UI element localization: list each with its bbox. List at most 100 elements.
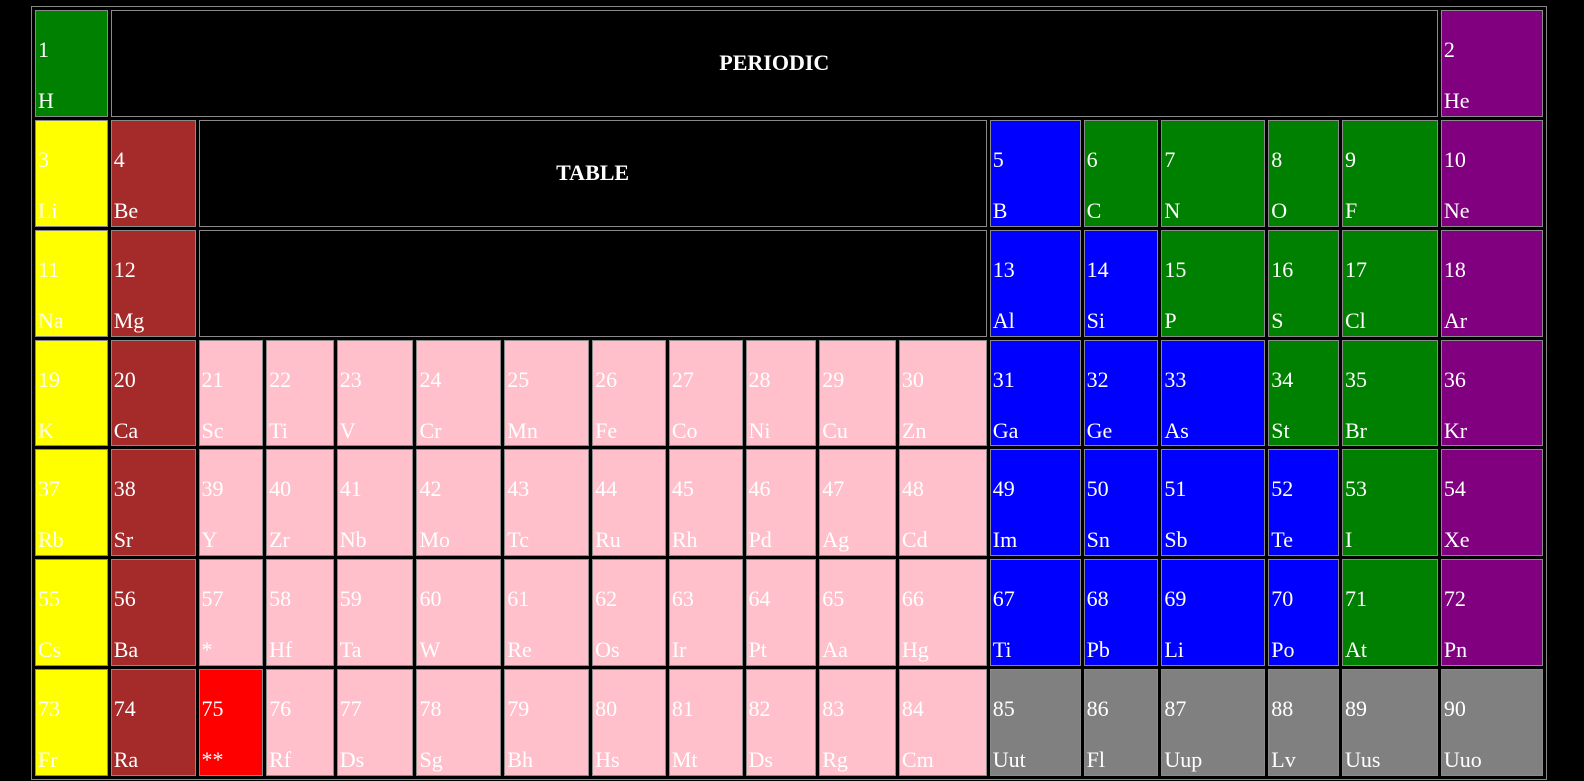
element-symbol: Pb [1086, 637, 1110, 663]
element-symbol: P [1164, 307, 1177, 333]
element-cell-32: 32 Ge [1083, 339, 1159, 447]
atomic-number: 77 [339, 696, 362, 722]
element-cell-79: 79 Bh [504, 669, 590, 776]
element-symbol: Ti [992, 637, 1012, 663]
atomic-number: 28 [748, 366, 771, 392]
element-symbol: Pd [748, 527, 772, 553]
element-cell-29: 29 Cu [819, 339, 896, 447]
atomic-number: 71 [1344, 586, 1367, 612]
table-title: PERIODIC [719, 50, 830, 76]
table-title: TABLE [556, 160, 630, 186]
atomic-number: 13 [992, 256, 1015, 282]
atomic-number: 14 [1086, 256, 1109, 282]
element-symbol: Nb [339, 527, 367, 553]
element-symbol: Hg [901, 637, 929, 663]
element-symbol: Lv [1271, 747, 1296, 773]
atomic-number: 51 [1164, 476, 1187, 502]
element-symbol: Rg [822, 747, 848, 773]
element-cell-69: 69 Li [1161, 559, 1266, 667]
element-cell-47: 47 Ag [819, 449, 896, 557]
element-cell-12: 12 Mg [110, 229, 196, 337]
atomic-number: 38 [113, 476, 136, 502]
element-cell-36: 36 Kr [1440, 339, 1543, 447]
element-cell-60: 60 W [416, 559, 502, 667]
atomic-number: 21 [201, 366, 224, 392]
element-cell-78: 78 Sg [416, 669, 502, 776]
element-cell-54: 54 Xe [1440, 449, 1543, 557]
atomic-number: 33 [1164, 366, 1187, 392]
atomic-number: 6 [1086, 146, 1098, 172]
element-cell-52: 52 Te [1268, 449, 1339, 557]
element-cell-48: 48 Cd [898, 449, 987, 557]
atomic-number: 76 [269, 696, 292, 722]
atomic-number: 81 [671, 696, 694, 722]
element-symbol: V [339, 417, 356, 443]
element-symbol: Pn [1443, 637, 1468, 663]
element-symbol: Cs [38, 637, 62, 663]
element-cell-70: 70 Po [1268, 559, 1339, 667]
atomic-number: 34 [1271, 366, 1294, 392]
element-symbol: Ar [1443, 307, 1468, 333]
element-symbol: Y [201, 527, 218, 553]
element-cell-33: 33 As [1161, 339, 1266, 447]
element-symbol: Na [38, 307, 64, 333]
element-symbol: Ga [992, 417, 1019, 443]
atomic-number: 61 [507, 586, 530, 612]
element-cell-27: 27 Co [668, 339, 743, 447]
element-symbol: Ta [339, 637, 362, 663]
element-symbol: Os [595, 637, 620, 663]
atomic-number: 45 [671, 476, 694, 502]
atomic-number: 11 [38, 256, 60, 282]
atomic-number: 10 [1443, 146, 1466, 172]
atomic-number: 63 [671, 586, 694, 612]
atomic-number: 20 [113, 366, 136, 392]
element-cell-11: 11 Na [35, 229, 108, 337]
atomic-number: 56 [113, 586, 136, 612]
element-symbol: Sr [113, 527, 134, 553]
element-cell-42: 42 Mo [416, 449, 502, 557]
element-cell-59: 59 Ta [336, 559, 414, 667]
atomic-number: 18 [1443, 256, 1466, 282]
atomic-number: 36 [1443, 366, 1466, 392]
element-symbol: H [38, 88, 54, 113]
element-symbol: Ds [748, 747, 773, 773]
element-cell-85: 85 Uut [989, 669, 1081, 776]
atomic-number: 29 [822, 366, 845, 392]
element-symbol: Li [38, 197, 58, 223]
element-symbol: * [201, 637, 213, 663]
element-cell-23: 23 V [336, 339, 414, 447]
element-cell-66: 66 Hg [898, 559, 987, 667]
element-symbol: Ds [339, 747, 365, 773]
table-title-cell: PERIODIC [110, 10, 1438, 117]
element-symbol: Kr [1443, 417, 1468, 443]
element-symbol: At [1344, 637, 1367, 663]
atomic-number: 87 [1164, 696, 1187, 722]
element-symbol: Hf [269, 637, 293, 663]
element-cell-15: 15 P [1161, 229, 1266, 337]
atomic-number: 57 [201, 586, 224, 612]
table-row: 19 K 20 Ca 21 Sc 22 Ti 23 V 24 Cr 25 Mn 26 Fe 27 Co 28 Ni 29… [35, 339, 1543, 447]
element-cell-56: 56 Ba [110, 559, 196, 667]
periodic-table-body: 1 H PERIODIC 2 He 3 Li 4 Be TABLE 5 B 6 C 7 N 8 O 9 F 10 Ne 11… [35, 10, 1543, 776]
element-symbol: O [1271, 197, 1288, 223]
atomic-number: 55 [38, 586, 60, 612]
element-symbol: Sb [1164, 527, 1188, 553]
atomic-number: 65 [822, 586, 845, 612]
element-symbol: Li [1164, 637, 1184, 663]
element-cell-44: 44 Ru [592, 449, 666, 557]
element-cell-1: 1H [35, 10, 108, 117]
element-symbol: Ba [113, 637, 139, 663]
atomic-number: 79 [507, 696, 530, 722]
element-cell-86: 86 Fl [1083, 669, 1159, 776]
element-cell-38: 38 Sr [110, 449, 196, 557]
element-cell-49: 49 Im [989, 449, 1081, 557]
element-cell-65: 65 Aa [819, 559, 896, 667]
atomic-number: 62 [595, 586, 618, 612]
atomic-number: 25 [507, 366, 530, 392]
element-symbol: Si [1086, 307, 1105, 333]
atomic-number: 64 [748, 586, 771, 612]
atomic-number: 73 [38, 696, 60, 722]
element-cell-19: 19 K [35, 339, 108, 447]
element-symbol: F [1344, 197, 1358, 223]
element-cell-34: 34 St [1268, 339, 1339, 447]
